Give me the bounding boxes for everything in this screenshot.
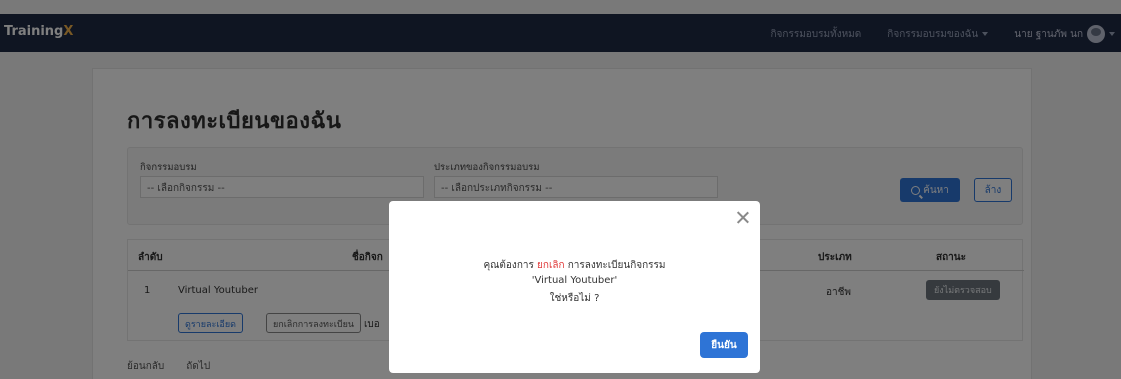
modal-message-line3: ใช่หรือไม่ ? <box>549 293 600 304</box>
modal-message-highlight: ยกเลิก <box>537 260 565 271</box>
modal-message-line1: คุณต้องการ ยกเลิก การลงทะเบียนกิจกรรม <box>389 258 760 273</box>
confirm-cancel-modal: คุณต้องการ ยกเลิก การลงทะเบียนกิจกรรม 'V… <box>389 201 760 373</box>
modal-message-prefix: คุณต้องการ <box>483 260 538 271</box>
close-icon[interactable] <box>736 210 750 224</box>
confirm-button[interactable]: ยืนยัน <box>700 332 748 358</box>
modal-message-line2: 'Virtual Youtuber' <box>531 275 618 286</box>
modal-message-suffix: การลงทะเบียนกิจกรรม <box>564 260 666 271</box>
